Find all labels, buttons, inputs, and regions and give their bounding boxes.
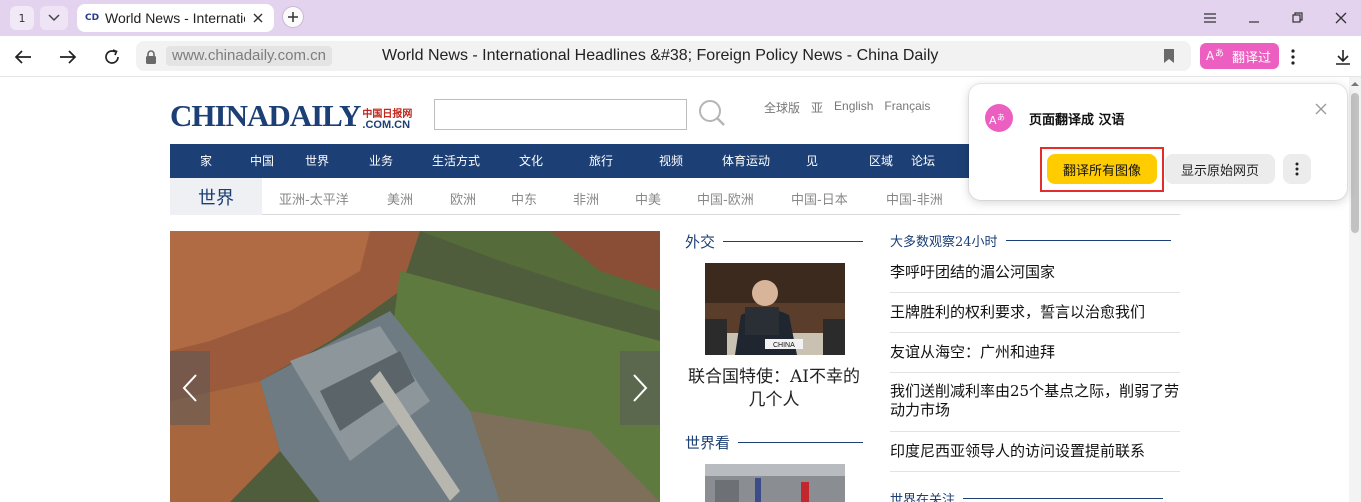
url-page-title: World News - International Headlines &#3… [382,47,939,64]
tab-list-chevron-icon[interactable] [40,6,68,30]
subnav-americas[interactable]: 美洲 [387,189,413,208]
forward-arrow-icon[interactable] [55,44,81,70]
section-title: 世界 [170,178,262,215]
subnav-china-europe[interactable]: 中国-欧洲 [697,189,754,208]
show-original-button[interactable]: 显示原始网页 [1165,154,1275,184]
subnav-china-africa[interactable]: 中国-非洲 [886,189,943,208]
diplomacy-heading[interactable]: 外交 [685,231,865,252]
logo-domain: .COM.CN [362,119,411,131]
subnav-middle-east[interactable]: 中东 [511,189,537,208]
site-search-input[interactable] [434,99,687,130]
translate-icon: Aあ [985,104,1013,132]
close-icon[interactable] [1315,100,1331,116]
restore-icon[interactable] [1287,8,1309,28]
hero-next-button[interactable] [620,351,660,425]
favicon-icon: CD [85,13,100,23]
subnav-europe[interactable]: 欧洲 [450,189,476,208]
edition-asia[interactable]: 亚 [811,99,823,116]
most-viewed-heading[interactable]: 大多数观察24小时 [890,231,1180,250]
nav-item-regional[interactable]: 区域 [869,152,893,169]
nav-item-forum[interactable]: 论坛 [911,152,935,169]
edition-french[interactable]: Français [884,99,930,116]
photo-nameplate-label: CHINA [773,342,795,349]
subnav-asia-pacific[interactable]: 亚洲-太平洋 [279,189,349,208]
page-scrollbar[interactable] [1349,77,1361,502]
nav-item-lifestyle[interactable]: 生活方式 [432,152,480,169]
edition-links: 全球版 亚 English Français [764,99,930,116]
world-watch-heading[interactable]: 世界看 [685,432,865,453]
nav-item-culture[interactable]: 文化 [519,152,543,169]
back-arrow-icon[interactable] [10,44,36,70]
chevron-left-icon [182,374,197,402]
reload-icon[interactable] [99,44,125,70]
logo-wordmark: CHINADAILY [170,98,361,133]
translated-label: 翻译过 [1232,50,1272,66]
hero-photo [170,231,660,502]
translated-indicator-button[interactable]: Aあ 翻译过 [1200,43,1280,69]
active-tab[interactable]: CD World News - International Headlines … [77,4,274,32]
translate-icon: Aあ [1206,46,1228,66]
nav-item-china[interactable]: 中国 [250,152,274,169]
svg-text:A: A [1206,49,1215,62]
diplomacy-headline[interactable]: 联合国特使：AI不幸的几个人 [688,366,860,412]
nav-item-opinion[interactable]: 见 [806,152,818,169]
most-viewed-item[interactable]: 王牌胜利的权利要求，誓言以治愈我们 [890,303,1180,322]
svg-text:あ: あ [997,113,1005,122]
svg-text:あ: あ [1215,48,1224,59]
subnav-china-us[interactable]: 中美 [635,189,661,208]
lock-icon[interactable] [145,49,157,68]
nav-item-sports[interactable]: 体育运动 [722,152,770,169]
bookmark-icon[interactable] [1163,48,1175,68]
svg-text:A: A [989,114,997,126]
china-daily-logo[interactable]: CHINADAILY 中国日报网 .COM.CN [170,97,412,131]
most-viewed-item[interactable]: 我们送削减利率由25个基点之际，削弱了劳动力市场 [890,382,1180,420]
diplomacy-photo[interactable]: CHINA [705,263,845,355]
edition-english[interactable]: English [834,99,873,116]
browser-menu-icon[interactable] [1199,8,1221,28]
nav-item-home[interactable]: 家 [200,152,212,169]
more-vertical-icon [1295,162,1299,176]
subnav-china-japan[interactable]: 中国-日本 [791,189,848,208]
most-viewed-item[interactable]: 印度尼西亚领导人的访问设置提前联系 [890,442,1180,461]
tab-counter[interactable]: 1 [10,6,34,30]
nav-item-video[interactable]: 视频 [659,152,683,169]
chevron-right-icon [633,374,648,402]
more-options-icon[interactable] [1281,45,1305,69]
url-host: www.chinadaily.com.cn [166,46,332,66]
nav-item-travel[interactable]: 旅行 [589,152,613,169]
world-focus-heading[interactable]: 世界在关注 [890,489,1180,502]
scrollbar-thumb[interactable] [1351,93,1359,233]
nav-item-world[interactable]: 世界 [305,152,329,169]
most-viewed-item[interactable]: 友谊从海空：广州和迪拜 [890,343,1180,362]
popup-more-button[interactable] [1283,154,1311,184]
scroll-up-icon[interactable] [1351,80,1359,88]
search-icon[interactable] [698,99,726,127]
url-field[interactable]: www.chinadaily.com.cn World News - Inter… [136,41,1191,71]
new-tab-button[interactable] [282,6,304,28]
minimize-icon[interactable] [1243,8,1265,28]
address-bar: www.chinadaily.com.cn World News - Inter… [0,36,1361,77]
hero-prev-button[interactable] [170,351,210,425]
close-window-icon[interactable] [1330,8,1352,28]
tab-bar: 1 CD World News - International Headline… [0,0,1361,36]
hero-image[interactable] [170,231,660,502]
edition-global[interactable]: 全球版 [764,99,800,116]
subnav-africa[interactable]: 非洲 [573,189,599,208]
highlight-box [1040,147,1164,192]
most-viewed-item[interactable]: 李呼吁团结的湄公河国家 [890,263,1180,282]
download-icon[interactable] [1331,45,1355,69]
tab-title: World News - International Headlines & F… [105,10,245,26]
popup-title: 页面翻译成 汉语 [1029,113,1125,128]
world-watch-photo[interactable] [705,464,845,502]
tab-close-icon[interactable] [250,10,266,26]
nav-item-business[interactable]: 业务 [369,152,393,169]
